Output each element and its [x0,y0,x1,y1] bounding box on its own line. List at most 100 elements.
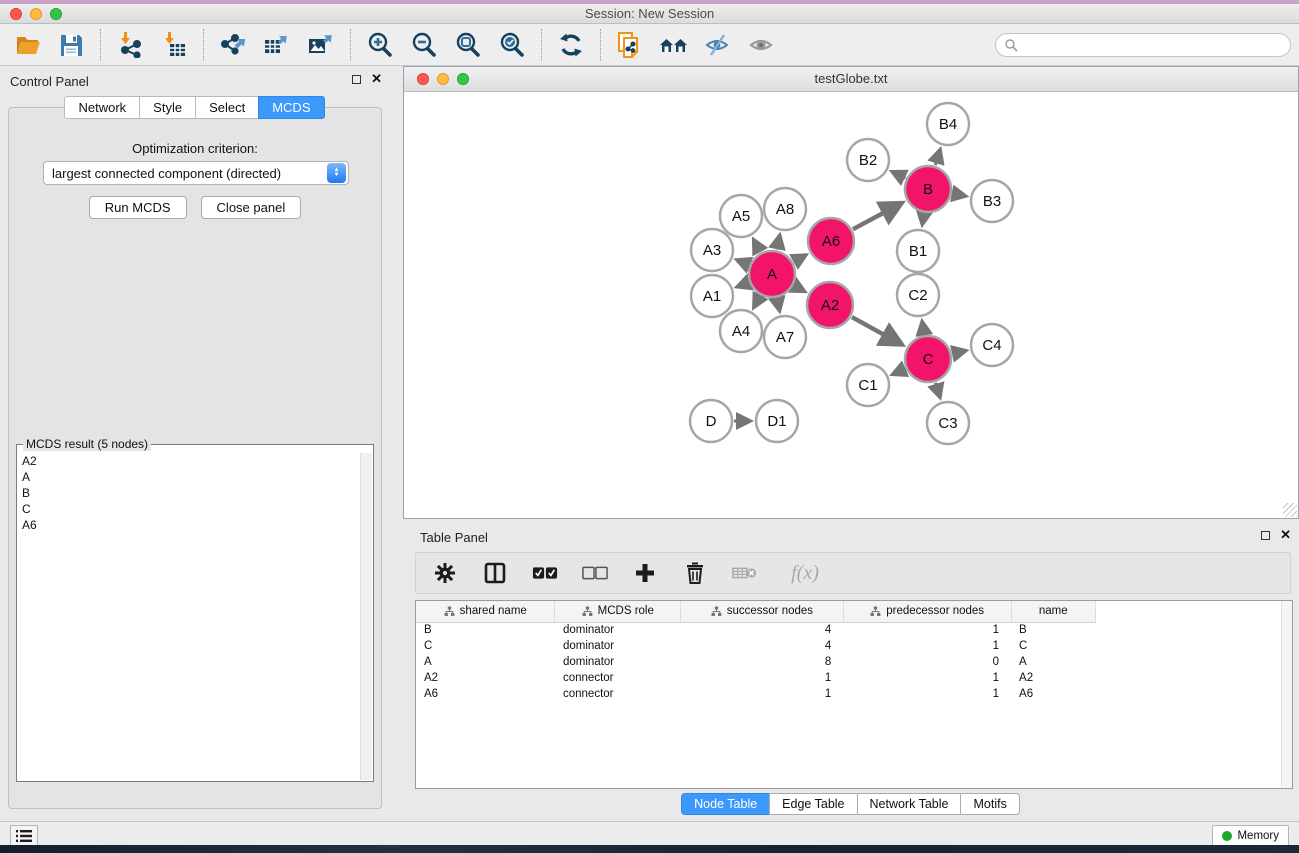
tab-network-table[interactable]: Network Table [857,793,962,815]
network-window-titlebar[interactable]: testGlobe.txt [404,67,1298,92]
graph-edge-C-C1[interactable] [901,369,905,371]
table-cell[interactable]: A2 [416,670,555,686]
graph-edge-A-A7[interactable] [777,298,778,301]
graph-edge-A6-B[interactable] [853,210,888,229]
tab-mcds[interactable]: MCDS [258,96,324,119]
table-cell[interactable]: A6 [1011,686,1095,702]
close-window-button[interactable] [10,8,22,20]
delete-rows-icon[interactable] [682,560,708,586]
hide-selected-icon[interactable] [703,30,733,60]
mcds-result-item[interactable]: C [22,501,360,517]
add-row-icon[interactable] [632,560,658,586]
table-cell[interactable]: C [1011,638,1095,654]
table-cell[interactable]: 1 [843,622,1011,638]
column-header-predecessor-nodes[interactable]: predecessor nodes [843,601,1011,622]
export-table-icon[interactable] [262,30,292,60]
panel-toggle-button[interactable] [10,825,38,847]
table-cell[interactable]: dominator [555,654,681,670]
column-header-name[interactable]: name [1011,601,1095,622]
table-scrollbar[interactable] [1281,601,1292,788]
export-network-icon[interactable] [218,30,248,60]
tab-edge-table[interactable]: Edge Table [769,793,857,815]
table-row[interactable]: A2connector11A2 [416,670,1096,686]
table-cell[interactable]: 1 [843,638,1011,654]
minimize-window-button[interactable] [30,8,42,20]
delete-column-icon[interactable] [732,560,758,586]
graph-edge-A-A5[interactable] [758,248,760,252]
mcds-result-item[interactable]: A [22,469,360,485]
table-cell[interactable]: connector [555,686,681,702]
function-builder-icon[interactable]: f(x) [782,560,828,586]
save-session-icon[interactable] [56,30,86,60]
open-session-icon[interactable] [12,30,42,60]
graph-edge-A-A4[interactable] [758,296,760,299]
table-cell[interactable]: 1 [681,686,844,702]
tab-style[interactable]: Style [139,96,196,119]
table-cell[interactable]: 8 [681,654,844,670]
graph-edge-C-C3[interactable] [935,383,937,388]
table-row[interactable]: A6connector11A6 [416,686,1096,702]
deselect-all-icon[interactable] [582,560,608,586]
close-panel-button[interactable]: Close panel [201,196,302,219]
table-cell[interactable]: 4 [681,622,844,638]
table-cell[interactable]: 1 [681,670,844,686]
search-input[interactable] [1018,38,1282,52]
table-cell[interactable]: dominator [555,638,681,654]
duplicate-network-icon[interactable] [615,30,645,60]
table-row[interactable]: Bdominator41B [416,622,1096,638]
column-header-shared-name[interactable]: shared name [416,601,555,622]
export-image-icon[interactable] [306,30,336,60]
zoom-window-button[interactable] [50,8,62,20]
zoom-out-icon[interactable] [409,30,439,60]
table-cell[interactable]: 0 [843,654,1011,670]
table-cell[interactable]: A2 [1011,670,1095,686]
tab-network[interactable]: Network [64,96,140,119]
graph-edge-A2-C[interactable] [852,317,888,337]
table-row[interactable]: Cdominator41C [416,638,1096,654]
graph-edge-A-A3[interactable] [746,264,749,265]
first-neighbors-icon[interactable] [659,30,689,60]
run-mcds-button[interactable]: Run MCDS [89,196,187,219]
table-row[interactable]: Adominator80A [416,654,1096,670]
graph-edge-A-A2[interactable] [794,286,796,287]
mcds-result-item[interactable]: A2 [22,453,360,469]
network-canvas[interactable]: B4B2BB3B1A5A8A6A3AA1A2A4A7C2CC1C4C3DD1 [404,92,1298,518]
graph-edge-B-B2[interactable] [901,176,906,178]
import-table-icon[interactable] [159,30,189,60]
network-close-button[interactable] [417,73,429,85]
resize-grip[interactable] [1283,503,1297,517]
table-cell[interactable]: 1 [843,686,1011,702]
table-cell[interactable]: 1 [843,670,1011,686]
import-network-icon[interactable] [115,30,145,60]
network-zoom-button[interactable] [457,73,469,85]
table-cell[interactable]: A [416,654,555,670]
mcds-result-item[interactable]: B [22,485,360,501]
network-minimize-button[interactable] [437,73,449,85]
tab-motifs[interactable]: Motifs [960,793,1019,815]
column-header-successor-nodes[interactable]: successor nodes [681,601,844,622]
show-columns-icon[interactable] [482,560,508,586]
float-panel-icon[interactable] [352,75,361,84]
float-table-panel-icon[interactable] [1261,531,1270,540]
table-settings-icon[interactable] [432,560,458,586]
graph-edge-C-C4[interactable] [952,353,956,354]
graph-edge-A-A1[interactable] [746,283,748,284]
show-hidden-icon[interactable] [747,30,777,60]
table-cell[interactable]: C [416,638,555,654]
table-cell[interactable]: dominator [555,622,681,638]
column-header-mcds-role[interactable]: MCDS role [555,601,681,622]
table-cell[interactable]: A [1011,654,1095,670]
table-cell[interactable]: B [416,622,555,638]
result-scrollbar[interactable] [360,453,372,780]
close-table-panel-icon[interactable]: ✕ [1280,530,1291,540]
tab-select[interactable]: Select [195,96,259,119]
criterion-dropdown[interactable]: largest connected component (directed) ▲… [43,161,349,185]
refresh-icon[interactable] [556,30,586,60]
close-panel-icon[interactable]: ✕ [371,74,382,84]
table-cell[interactable]: A6 [416,686,555,702]
memory-button[interactable]: Memory [1212,825,1289,847]
graph-edge-A-A6[interactable] [794,260,798,262]
search-field[interactable] [995,33,1291,57]
mcds-result-item[interactable]: A6 [22,517,360,533]
table-cell[interactable]: connector [555,670,681,686]
